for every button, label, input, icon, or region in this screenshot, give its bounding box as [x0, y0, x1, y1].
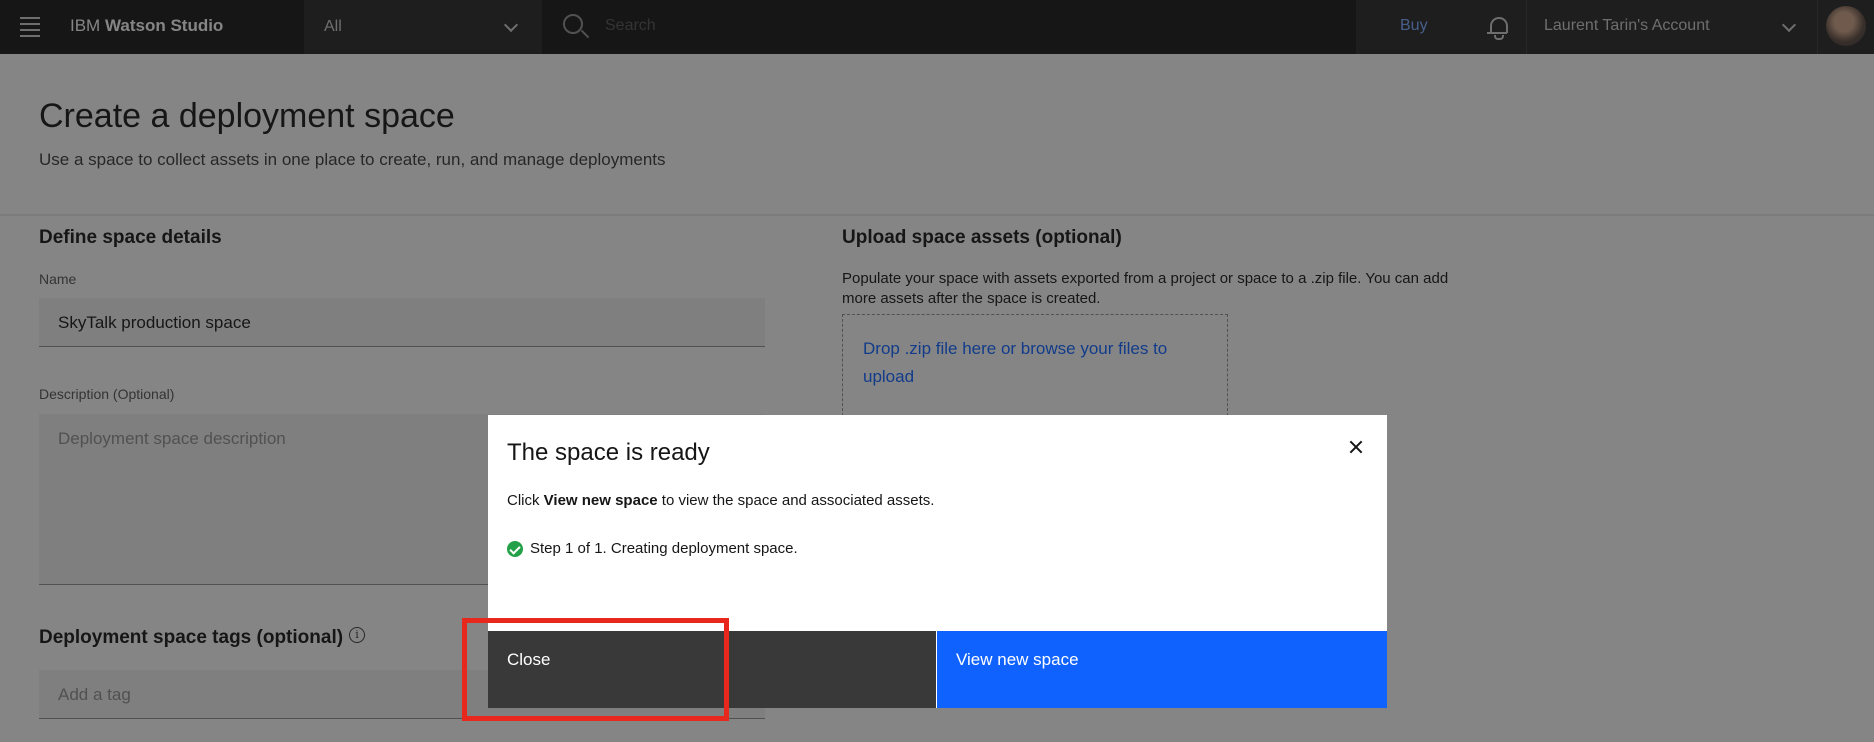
view-new-space-button[interactable]: View new space: [937, 631, 1387, 708]
modal-text-bold: View new space: [543, 492, 658, 509]
checkmark-circle-icon: [507, 541, 523, 557]
modal-title: The space is ready: [507, 439, 710, 466]
modal-message: Click View new space to view the space a…: [507, 492, 934, 509]
view-new-space-label: View new space: [956, 650, 1079, 669]
step-text: Step 1 of 1. Creating deployment space.: [530, 540, 798, 557]
modal-text-suffix: to view the space and associated assets.: [657, 492, 935, 509]
close-icon[interactable]: [1345, 435, 1369, 459]
modal-text-prefix: Click: [507, 492, 544, 509]
highlight-annotation-box: [462, 618, 729, 721]
